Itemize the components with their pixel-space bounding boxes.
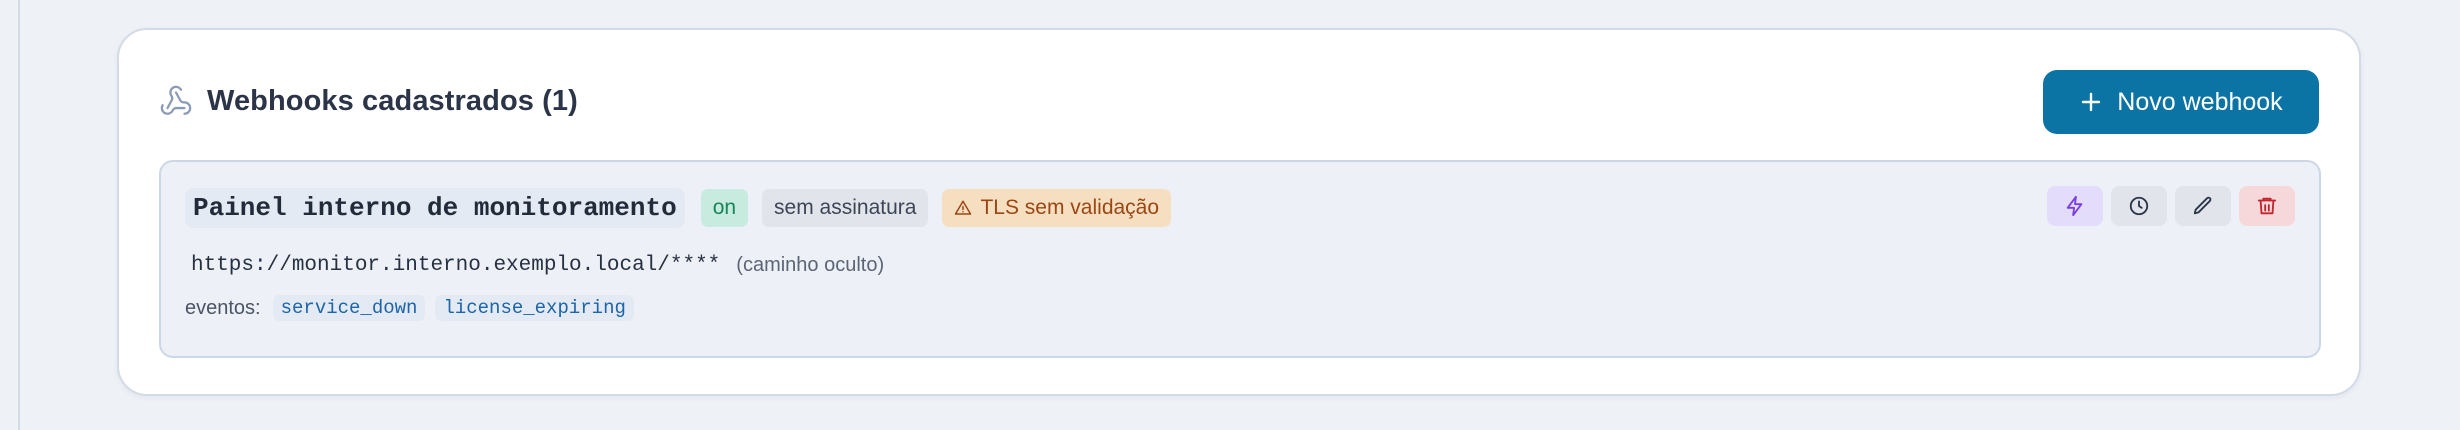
tls-badge: TLS sem validação: [942, 189, 1172, 227]
webhook-actions: [2047, 186, 2295, 226]
new-webhook-button[interactable]: Novo webhook: [2043, 70, 2319, 134]
zap-icon: [2066, 195, 2083, 217]
clock-icon: [2129, 196, 2149, 216]
webhook-icon: [159, 84, 193, 118]
test-webhook-button[interactable]: [2047, 186, 2103, 226]
warning-triangle-icon: [955, 200, 972, 215]
tls-badge-label: TLS sem validação: [980, 196, 1160, 219]
webhook-url: https://monitor.interno.exemplo.local/**…: [191, 253, 721, 277]
trash-icon: [2257, 197, 2277, 215]
pencil-icon: [2193, 196, 2212, 215]
url-hint: (caminho oculto): [736, 253, 885, 276]
event-chip: service_down: [272, 295, 426, 321]
history-button[interactable]: [2111, 186, 2167, 226]
new-webhook-label: Novo webhook: [2117, 87, 2283, 116]
card-title-group: Webhooks cadastrados (1): [159, 70, 578, 132]
webhook-list-item: Painel interno de monitoramento on sem a…: [159, 160, 2321, 358]
webhooks-card: Webhooks cadastrados (1) Novo webhook Pa…: [117, 28, 2361, 396]
card-header: Webhooks cadastrados (1) Novo webhook: [159, 70, 2319, 134]
webhook-url-row: https://monitor.interno.exemplo.local/**…: [191, 250, 884, 280]
plus-icon: [2082, 92, 2101, 112]
delete-webhook-button[interactable]: [2239, 186, 2295, 226]
status-badge: on: [700, 189, 749, 227]
events-label: eventos:: [185, 296, 261, 319]
card-title: Webhooks cadastrados (1): [207, 84, 578, 117]
event-chip: license_expiring: [435, 295, 634, 321]
page-left-border: [18, 0, 20, 430]
edit-webhook-button[interactable]: [2175, 186, 2231, 226]
webhook-events-row: eventos: service_down license_expiring: [185, 292, 644, 324]
signature-badge: sem assinatura: [762, 189, 929, 227]
webhook-name: Painel interno de monitoramento: [185, 188, 685, 228]
webhook-header-row: Painel interno de monitoramento on sem a…: [185, 188, 1185, 228]
